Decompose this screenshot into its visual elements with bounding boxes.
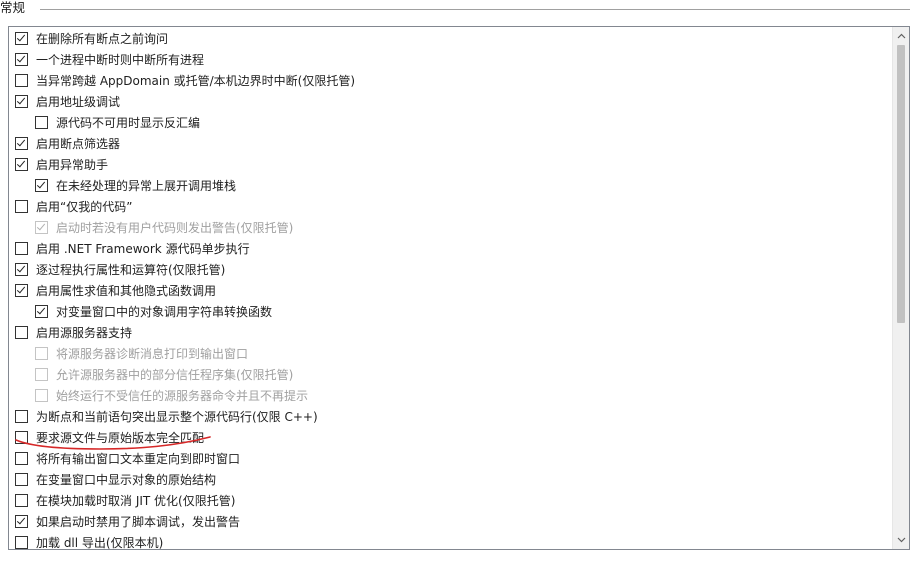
option-label: 对变量窗口中的对象调用字符串转换函数 bbox=[56, 305, 273, 319]
checkbox-unchecked[interactable] bbox=[15, 452, 28, 465]
scroll-down-button[interactable] bbox=[893, 533, 909, 547]
option-row: 允许源服务器中的部分信任程序集(仅限托管) bbox=[35, 364, 293, 385]
option-row[interactable]: 将所有输出窗口文本重定向到即时窗口 bbox=[15, 448, 240, 469]
checkbox-unchecked[interactable] bbox=[15, 410, 28, 423]
option-row[interactable]: 对变量窗口中的对象调用字符串转换函数 bbox=[35, 301, 272, 322]
option-row[interactable]: 要求源文件与原始版本完全匹配 bbox=[15, 427, 204, 448]
option-row[interactable]: 在变量窗口中显示对象的原始结构 bbox=[15, 469, 216, 490]
checkbox-unchecked bbox=[35, 389, 48, 402]
option-row[interactable]: 逐过程执行属性和运算符(仅限托管) bbox=[15, 259, 225, 280]
chevron-up-icon bbox=[897, 33, 905, 39]
group-divider bbox=[40, 9, 910, 10]
checkbox-unchecked[interactable] bbox=[15, 494, 28, 507]
option-label: 源代码不可用时显示反汇编 bbox=[56, 116, 201, 130]
option-row[interactable]: 为断点和当前语句突出显示整个源代码行(仅限 C++) bbox=[15, 406, 318, 427]
option-row: 将源服务器诊断消息打印到输出窗口 bbox=[35, 343, 248, 364]
group-title: 常规 bbox=[0, 0, 32, 16]
option-label: 启用“仅我的代码” bbox=[36, 200, 133, 214]
option-label: 将所有输出窗口文本重定向到即时窗口 bbox=[36, 452, 241, 466]
option-row[interactable]: 启用 .NET Framework 源代码单步执行 bbox=[15, 238, 250, 259]
option-label: 一个进程中断时则中断所有进程 bbox=[36, 53, 205, 67]
checkbox-checked[interactable] bbox=[15, 263, 28, 276]
option-row: 启动时若没有用户代码则发出警告(仅限托管) bbox=[35, 217, 293, 238]
checkbox-checked[interactable] bbox=[15, 158, 28, 171]
option-row[interactable]: 启用源服务器支持 bbox=[15, 322, 132, 343]
option-label: 在删除所有断点之前询问 bbox=[36, 32, 169, 46]
checkbox-unchecked[interactable] bbox=[15, 200, 28, 213]
option-row[interactable]: 如果启动时禁用了脚本调试，发出警告 bbox=[15, 511, 240, 532]
option-label: 要求源文件与原始版本完全匹配 bbox=[36, 431, 205, 445]
option-label: 启用 .NET Framework 源代码单步执行 bbox=[36, 242, 250, 256]
option-row[interactable]: 在模块加载时取消 JIT 优化(仅限托管) bbox=[15, 490, 235, 511]
checkbox-unchecked bbox=[35, 368, 48, 381]
option-label: 为断点和当前语句突出显示整个源代码行(仅限 C++) bbox=[36, 410, 318, 424]
option-label: 在模块加载时取消 JIT 优化(仅限托管) bbox=[36, 494, 236, 508]
option-label: 在未经处理的异常上展开调用堆栈 bbox=[56, 179, 237, 193]
checkbox-unchecked[interactable] bbox=[15, 242, 28, 255]
option-label: 在变量窗口中显示对象的原始结构 bbox=[36, 473, 217, 487]
option-row[interactable]: 启用断点筛选器 bbox=[15, 133, 120, 154]
checkbox-unchecked bbox=[35, 347, 48, 360]
checkbox-unchecked[interactable] bbox=[15, 536, 28, 549]
checkbox-unchecked[interactable] bbox=[15, 473, 28, 486]
option-label: 将源服务器诊断消息打印到输出窗口 bbox=[56, 347, 249, 361]
scroll-thumb[interactable] bbox=[897, 45, 905, 323]
option-row[interactable]: 启用异常助手 bbox=[15, 154, 108, 175]
option-row[interactable]: 一个进程中断时则中断所有进程 bbox=[15, 49, 204, 70]
checkbox-checked[interactable] bbox=[15, 95, 28, 108]
option-row[interactable]: 启用“仅我的代码” bbox=[15, 196, 132, 217]
options-list[interactable]: 在删除所有断点之前询问一个进程中断时则中断所有进程当异常跨越 AppDomain… bbox=[9, 27, 894, 549]
checkbox-checked[interactable] bbox=[15, 515, 28, 528]
checkbox-unchecked[interactable] bbox=[15, 326, 28, 339]
option-row[interactable]: 当异常跨越 AppDomain 或托管/本机边界时中断(仅限托管) bbox=[15, 70, 355, 91]
scroll-up-button[interactable] bbox=[893, 29, 909, 43]
option-label: 始终运行不受信任的源服务器命令并且不再提示 bbox=[56, 389, 309, 403]
option-label: 加载 dll 导出(仅限本机) bbox=[36, 536, 164, 549]
checkbox-unchecked[interactable] bbox=[35, 116, 48, 129]
checkbox-checked[interactable] bbox=[15, 53, 28, 66]
option-row[interactable]: 在未经处理的异常上展开调用堆栈 bbox=[35, 175, 236, 196]
option-label: 启用地址级调试 bbox=[36, 95, 121, 109]
option-row[interactable]: 加载 dll 导出(仅限本机) bbox=[15, 532, 163, 549]
option-label: 启用异常助手 bbox=[36, 158, 109, 172]
option-row: 始终运行不受信任的源服务器命令并且不再提示 bbox=[35, 385, 308, 406]
option-row[interactable]: 在删除所有断点之前询问 bbox=[15, 28, 168, 49]
checkbox-checked[interactable] bbox=[35, 305, 48, 318]
option-label: 当异常跨越 AppDomain 或托管/本机边界时中断(仅限托管) bbox=[36, 74, 356, 88]
option-label: 启用源服务器支持 bbox=[36, 326, 133, 340]
group-header: 常规 bbox=[0, 0, 918, 18]
option-label: 如果启动时禁用了脚本调试，发出警告 bbox=[36, 515, 241, 529]
checkbox-checked bbox=[35, 221, 48, 234]
checkbox-checked[interactable] bbox=[35, 179, 48, 192]
chevron-down-icon bbox=[897, 537, 905, 543]
vertical-scrollbar[interactable] bbox=[892, 27, 909, 549]
option-label: 逐过程执行属性和运算符(仅限托管) bbox=[36, 263, 226, 277]
options-list-frame: 在删除所有断点之前询问一个进程中断时则中断所有进程当异常跨越 AppDomain… bbox=[8, 26, 910, 550]
option-row[interactable]: 启用属性求值和其他隐式函数调用 bbox=[15, 280, 216, 301]
checkbox-checked[interactable] bbox=[15, 284, 28, 297]
option-row[interactable]: 启用地址级调试 bbox=[15, 91, 120, 112]
option-row[interactable]: 源代码不可用时显示反汇编 bbox=[35, 112, 200, 133]
option-label: 启用属性求值和其他隐式函数调用 bbox=[36, 284, 217, 298]
checkbox-checked[interactable] bbox=[15, 137, 28, 150]
checkbox-checked[interactable] bbox=[15, 32, 28, 45]
option-label: 允许源服务器中的部分信任程序集(仅限托管) bbox=[56, 368, 294, 382]
checkbox-unchecked[interactable] bbox=[15, 431, 28, 444]
option-label: 启用断点筛选器 bbox=[36, 137, 121, 151]
option-label: 启动时若没有用户代码则发出警告(仅限托管) bbox=[56, 221, 294, 235]
checkbox-unchecked[interactable] bbox=[15, 74, 28, 87]
